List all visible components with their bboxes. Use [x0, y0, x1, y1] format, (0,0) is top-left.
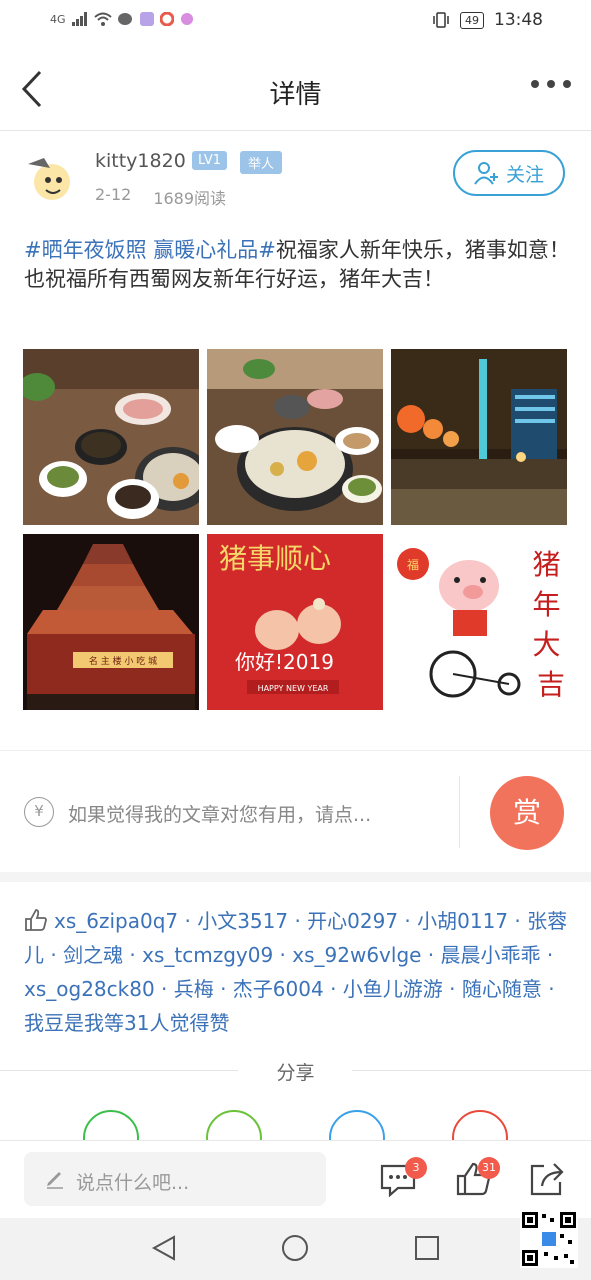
caption-char-1: 猪	[533, 548, 561, 581]
likers-names[interactable]: xs_6zipa0q7 · 小文3517 · 开心0297 · 小胡0117 ·…	[24, 909, 567, 1035]
post-image-4[interactable]: 名 主 楼 小 吃 城	[23, 534, 199, 710]
network-label: 4G	[50, 12, 66, 26]
post-image-5[interactable]: 猪事顺心 你好!2019 HAPPY NEW YEAR	[207, 534, 383, 710]
avatar[interactable]	[22, 150, 78, 206]
caption-char-4: 吉	[537, 668, 565, 701]
share-label: 分享	[276, 1062, 315, 1084]
card-title: 猪事顺心	[219, 542, 331, 575]
page-title: 详情	[269, 80, 322, 110]
thumbs-up-icon	[25, 909, 47, 931]
clock: 13:48	[494, 10, 543, 30]
nav-back-icon[interactable]	[150, 1234, 178, 1262]
follow-label: 关注	[505, 163, 544, 186]
system-nav-bar	[0, 1218, 591, 1280]
pig-greeting-card: 猪事顺心 你好!2019 HAPPY NEW YEAR	[207, 534, 383, 710]
post-meta: 2-12 1689阅读	[95, 185, 226, 209]
hotpot-photo-1	[23, 349, 199, 525]
add-user-icon	[474, 162, 498, 185]
battery-indicator: 49	[460, 11, 484, 29]
caption-char-3: 大	[533, 628, 561, 661]
city-night-photo	[391, 349, 567, 525]
hashtag-2[interactable]: 赢暖心礼品#	[153, 238, 276, 262]
lantern-char: 福	[407, 557, 419, 572]
wechat-notify-icon	[117, 13, 132, 25]
read-count: 1689阅读	[153, 189, 227, 208]
post-image-1[interactable]	[23, 349, 199, 525]
app-notify-icon-2	[159, 12, 174, 26]
nav-home-icon[interactable]	[281, 1234, 309, 1262]
post-image-6[interactable]: 福 猪 年 大 吉	[391, 534, 567, 710]
restaurant-sign: 名 主 楼 小 吃 城	[89, 655, 157, 667]
nav-recents-icon[interactable]	[413, 1234, 441, 1262]
section-gap	[0, 872, 591, 882]
currency-icon: ¥	[24, 797, 54, 827]
pagoda-night-photo: 名 主 楼 小 吃 城	[23, 534, 199, 710]
card-banner: HAPPY NEW YEAR	[258, 684, 329, 693]
post-content: #晒年夜饭照 赢暖心礼品#祝福家人新年快乐，猪事如意！也祝福所有西蜀网友新年行好…	[24, 236, 570, 294]
avatar-cartoon-icon	[28, 158, 70, 200]
status-bar: 4G 49 13:48	[0, 0, 591, 46]
app-notify-icon-3	[180, 13, 193, 25]
pig-bike-card: 福 猪 年 大 吉	[391, 534, 567, 710]
nav-bar: 详情	[0, 46, 591, 131]
app-notify-icon-1	[139, 12, 154, 26]
level-badge: LV1	[192, 151, 227, 170]
pencil-icon	[47, 1172, 63, 1189]
reward-prompt[interactable]: 如果觉得我的文章对您有用，请点...	[68, 800, 371, 827]
hashtag-1[interactable]: #晒年夜饭照	[24, 238, 147, 262]
status-icons-right: 49 13:48	[432, 10, 543, 30]
status-icons-left: 4G	[50, 12, 194, 26]
card-greeting: 你好!2019	[235, 650, 334, 674]
comment-placeholder[interactable]: 说点什么吧...	[76, 1168, 189, 1195]
more-options-icon[interactable]	[529, 74, 573, 94]
wifi-icon	[93, 12, 112, 26]
hotpot-photo-2	[207, 349, 383, 525]
caption-char-2: 年	[533, 588, 561, 621]
post-date: 2-12	[95, 185, 132, 204]
post-image-2[interactable]	[207, 349, 383, 525]
signal-icon	[71, 12, 87, 26]
post-image-3[interactable]	[391, 349, 567, 525]
author-name[interactable]: kitty1820	[95, 150, 186, 172]
divider	[459, 776, 460, 848]
rank-badge: 举人	[240, 151, 283, 174]
reward-button[interactable]: 赏	[490, 776, 564, 850]
likers-list: xs_6zipa0q7 · 小文3517 · 开心0297 · 小胡0117 ·…	[24, 904, 574, 1040]
share-icon[interactable]	[528, 1160, 566, 1198]
comment-count-badge: 3	[405, 1157, 427, 1179]
vibrate-icon	[433, 12, 449, 28]
like-count-badge: 31	[478, 1157, 500, 1179]
qr-code-icon	[520, 1210, 578, 1268]
share-divider-right	[352, 1070, 591, 1071]
follow-button[interactable]: 关注	[453, 150, 565, 196]
